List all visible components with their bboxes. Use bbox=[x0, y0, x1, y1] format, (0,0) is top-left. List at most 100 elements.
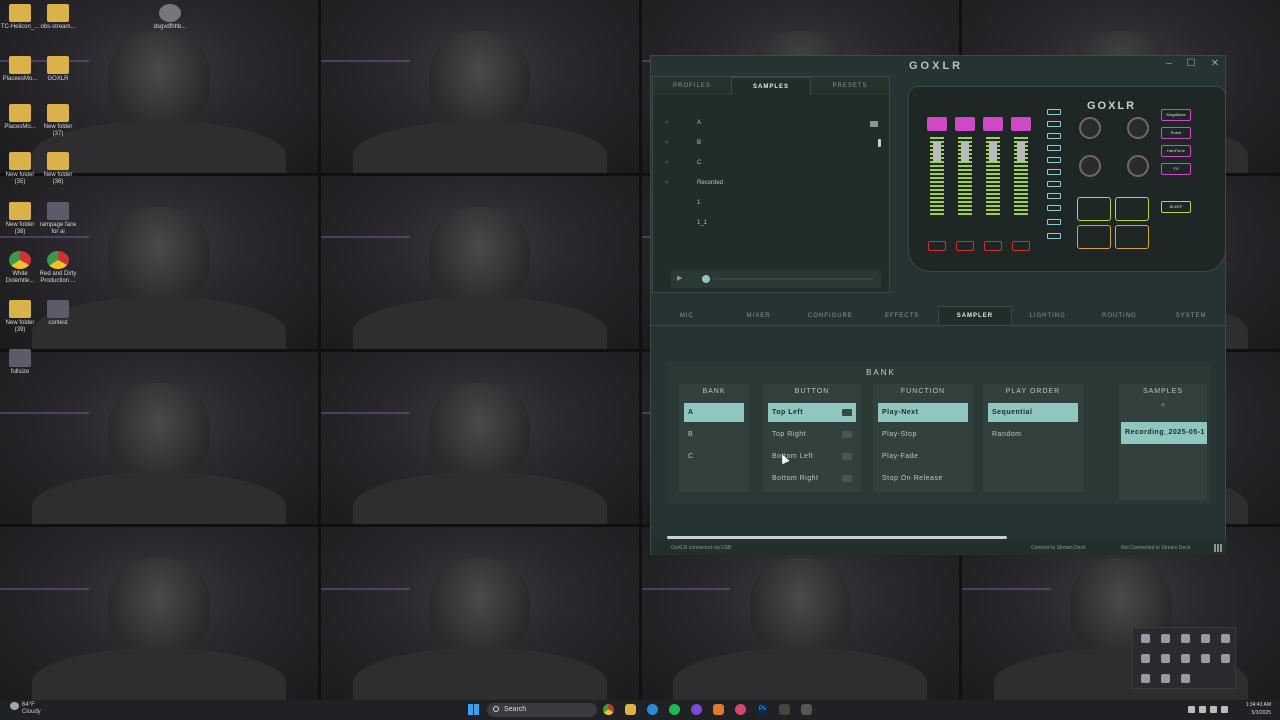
tab-mic[interactable]: MIC bbox=[651, 306, 723, 325]
tree-item[interactable]: + B bbox=[665, 140, 701, 146]
sample-item[interactable]: Recording_2025-05-1 bbox=[1121, 422, 1207, 444]
play-order-item[interactable]: Sequential bbox=[988, 403, 1078, 422]
tab-effects[interactable]: EFFECTS bbox=[866, 306, 938, 325]
volume-icon[interactable] bbox=[1210, 706, 1217, 713]
desktop-icon[interactable]: PlacesMo... bbox=[0, 104, 40, 131]
tab-lighting[interactable]: LIGHTING bbox=[1012, 306, 1084, 325]
horizontal-scrollbar[interactable] bbox=[667, 536, 1007, 539]
expand-icon[interactable]: + bbox=[665, 140, 673, 146]
desktop-icon[interactable]: rampage face for ai bbox=[38, 202, 78, 236]
desktop-icon[interactable]: PlaceesMo... bbox=[0, 56, 40, 83]
function-item-label: Play-Next bbox=[882, 409, 919, 416]
button-item[interactable]: Top Left bbox=[768, 403, 856, 422]
tray-icon[interactable] bbox=[1181, 654, 1190, 663]
bleep-button: BLEEP bbox=[1161, 201, 1191, 213]
tray-icon[interactable] bbox=[1181, 634, 1190, 643]
minimize-button[interactable]: – bbox=[1160, 58, 1178, 69]
tray-icon[interactable] bbox=[1161, 674, 1170, 683]
desktop-icon[interactable]: contest bbox=[38, 300, 78, 327]
desktop-icon[interactable]: obs-stream... bbox=[38, 4, 78, 31]
tab-sampler[interactable]: SAMPLER bbox=[938, 306, 1012, 325]
seek-bar[interactable] bbox=[713, 278, 873, 280]
goxlr-taskbar-icon[interactable] bbox=[801, 704, 812, 715]
photoshop-icon[interactable]: Ps bbox=[757, 704, 768, 715]
tab-configure[interactable]: CONFIGURE bbox=[795, 306, 867, 325]
function-item[interactable]: Play-Fade bbox=[878, 447, 968, 466]
tray-icon[interactable] bbox=[1141, 654, 1150, 663]
title-bar[interactable]: GOXLR – ☐ ✕ bbox=[651, 56, 1225, 76]
tree-item[interactable]: + Recorded bbox=[665, 180, 723, 186]
function-item[interactable]: Stop On Release bbox=[878, 469, 968, 488]
tray-icon[interactable] bbox=[1141, 674, 1150, 683]
button-item[interactable]: Bottom Right bbox=[768, 469, 856, 488]
bank-item[interactable]: B bbox=[684, 425, 744, 444]
tray-icon[interactable] bbox=[1181, 674, 1190, 683]
desktop-icon[interactable]: fullsize bbox=[0, 349, 40, 376]
expand-icon[interactable]: + bbox=[665, 160, 673, 166]
maximize-button[interactable]: ☐ bbox=[1182, 58, 1200, 69]
taskbar-clock[interactable]: 1:34:43 AM 5/3/2025 bbox=[1239, 701, 1271, 717]
bank-item[interactable]: A bbox=[684, 403, 744, 422]
tray-icon[interactable] bbox=[1201, 654, 1210, 663]
connect-stream-deck-link[interactable]: Connect to Stream Deck bbox=[1031, 545, 1085, 551]
tree-item[interactable]: + A bbox=[665, 120, 701, 126]
button-item[interactable]: Top Right bbox=[768, 425, 856, 444]
desktop-icon[interactable]: New folder (37) bbox=[38, 104, 78, 138]
desktop-icon[interactable]: New folder (36) bbox=[38, 152, 78, 186]
edge-icon[interactable] bbox=[647, 704, 658, 715]
desktop-icon[interactable]: New folder (39) bbox=[0, 300, 40, 334]
obs-icon[interactable] bbox=[735, 704, 746, 715]
status-bar: GoXLR connected via USB Connect to Strea… bbox=[651, 541, 1227, 555]
windows-start-icon[interactable] bbox=[468, 704, 479, 715]
tree-scrollbar[interactable] bbox=[878, 139, 881, 147]
chrome-icon[interactable] bbox=[603, 704, 614, 715]
bank-item[interactable]: C bbox=[684, 447, 744, 466]
tab-system[interactable]: SYSTEM bbox=[1155, 306, 1227, 325]
tree-item[interactable]: 1_1 bbox=[665, 220, 707, 226]
tab-samples[interactable]: SAMPLES bbox=[731, 77, 811, 95]
tray-icon[interactable] bbox=[1141, 634, 1150, 643]
tree-item[interactable]: 1 bbox=[665, 200, 700, 206]
folder-icon[interactable] bbox=[870, 121, 878, 127]
tray-icon[interactable] bbox=[1201, 634, 1210, 643]
desktop-icon[interactable]: dsgvdfhhb... bbox=[150, 4, 190, 31]
window-icon[interactable] bbox=[779, 704, 790, 715]
effect-knob bbox=[1079, 117, 1101, 139]
tab-presets[interactable]: PRESETS bbox=[811, 77, 889, 95]
vlc-icon[interactable] bbox=[713, 704, 724, 715]
tray-icon[interactable] bbox=[1221, 634, 1230, 643]
tab-profiles[interactable]: PROFILES bbox=[653, 77, 731, 95]
desktop-icon[interactable]: Red and Dirty Production ... bbox=[38, 251, 78, 285]
tab-mixer[interactable]: MIXER bbox=[723, 306, 795, 325]
tray-icon[interactable] bbox=[1221, 654, 1230, 663]
tray-icon[interactable] bbox=[1161, 654, 1170, 663]
desktop-icon[interactable]: New folder (38) bbox=[0, 202, 40, 236]
desktop-icon[interactable]: New folder (35) bbox=[0, 152, 40, 186]
add-sample-button[interactable]: + bbox=[1119, 400, 1207, 418]
grid-icon[interactable] bbox=[1214, 544, 1222, 552]
tree-item[interactable]: + C bbox=[665, 160, 701, 166]
function-item[interactable]: Play-Next bbox=[878, 403, 968, 422]
function-item[interactable]: Play-Stop bbox=[878, 425, 968, 444]
taskbar-search[interactable]: Search bbox=[487, 703, 597, 717]
desktop-icon[interactable]: White Dolemite... bbox=[0, 251, 40, 285]
network-icon[interactable] bbox=[1221, 706, 1228, 713]
expand-icon[interactable]: + bbox=[665, 120, 673, 126]
tab-routing[interactable]: ROUTING bbox=[1084, 306, 1156, 325]
folder-icon bbox=[47, 152, 69, 170]
spotify-icon[interactable] bbox=[669, 704, 680, 715]
microphone-icon[interactable] bbox=[1199, 706, 1206, 713]
desktop-icon[interactable]: GOXLR bbox=[38, 56, 78, 83]
close-button[interactable]: ✕ bbox=[1206, 58, 1224, 69]
desktop-icon[interactable]: TC-Helicon_... bbox=[0, 4, 40, 31]
weather-widget[interactable]: 64°F Cloudy bbox=[10, 702, 41, 716]
play-order-item[interactable]: Random bbox=[988, 425, 1078, 444]
tray-icon[interactable] bbox=[1161, 634, 1170, 643]
play-icon[interactable]: ▶ bbox=[677, 274, 682, 282]
expand-icon[interactable]: + bbox=[665, 180, 673, 186]
chevron-up-icon[interactable] bbox=[1188, 706, 1195, 713]
seek-handle[interactable] bbox=[702, 275, 710, 283]
file-explorer-icon[interactable] bbox=[625, 704, 636, 715]
mini-button bbox=[1047, 157, 1061, 163]
app-icon[interactable] bbox=[691, 704, 702, 715]
